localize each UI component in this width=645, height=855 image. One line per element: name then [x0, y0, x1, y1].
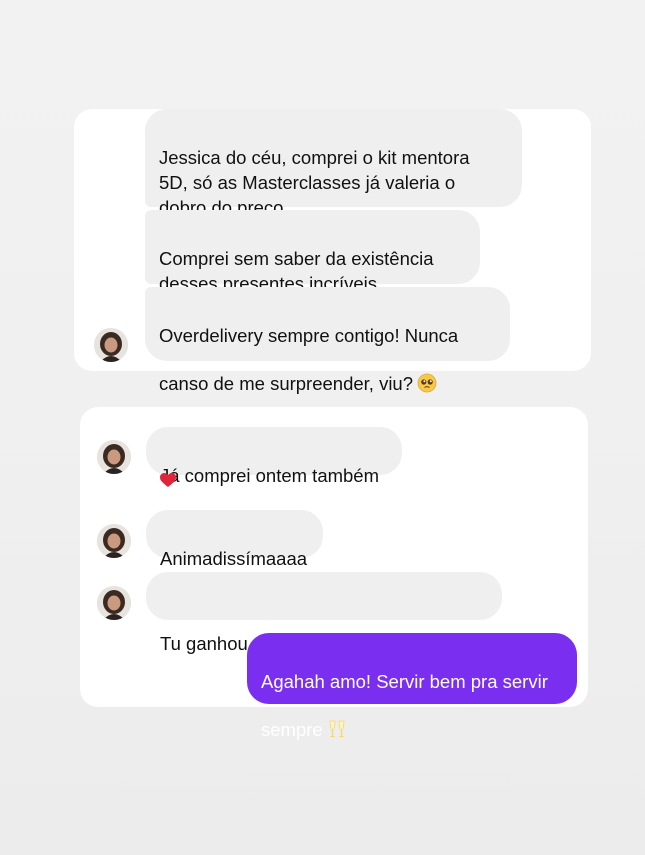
contact-avatar[interactable]	[97, 586, 131, 620]
chat-card-top: Jessica do céu, comprei o kit mentora 5D…	[74, 109, 591, 394]
received-message-bubble[interactable]: Tu ganhou uma cliente fiel haaa	[146, 572, 502, 654]
message-text: Jessica do céu, comprei o kit mentora 5D…	[159, 147, 470, 218]
chat-card-bottom: Já comprei ontem também Animadissímaaaa …	[80, 407, 588, 740]
message-text: Overdelivery sempre contigo! Nunca canso…	[159, 325, 459, 394]
clinking-glasses-emoji-icon	[327, 694, 347, 745]
sent-message-bubble[interactable]: Agahah amo! Servir bem pra servir sempre	[247, 633, 577, 740]
received-message-bubble[interactable]: Jessica do céu, comprei o kit mentora 5D…	[145, 109, 522, 218]
contact-avatar[interactable]	[97, 524, 131, 558]
message-text: Agahah amo! Servir bem pra servir sempre	[261, 671, 548, 740]
heart-reaction-icon	[154, 468, 182, 492]
contact-avatar[interactable]	[94, 328, 128, 362]
pleading-face-emoji-icon	[417, 348, 437, 399]
message-text: Já comprei ontem também	[160, 465, 380, 486]
received-message-bubble[interactable]: Animadissímaaaa	[146, 510, 323, 569]
received-message-bubble[interactable]: Já comprei ontem também	[146, 427, 402, 486]
received-message-bubble[interactable]: Comprei sem saber da existência desses p…	[145, 210, 480, 294]
received-message-bubble[interactable]: Overdelivery sempre contigo! Nunca canso…	[145, 287, 510, 394]
contact-avatar[interactable]	[97, 440, 131, 474]
message-text: Animadissímaaaa	[160, 548, 308, 569]
